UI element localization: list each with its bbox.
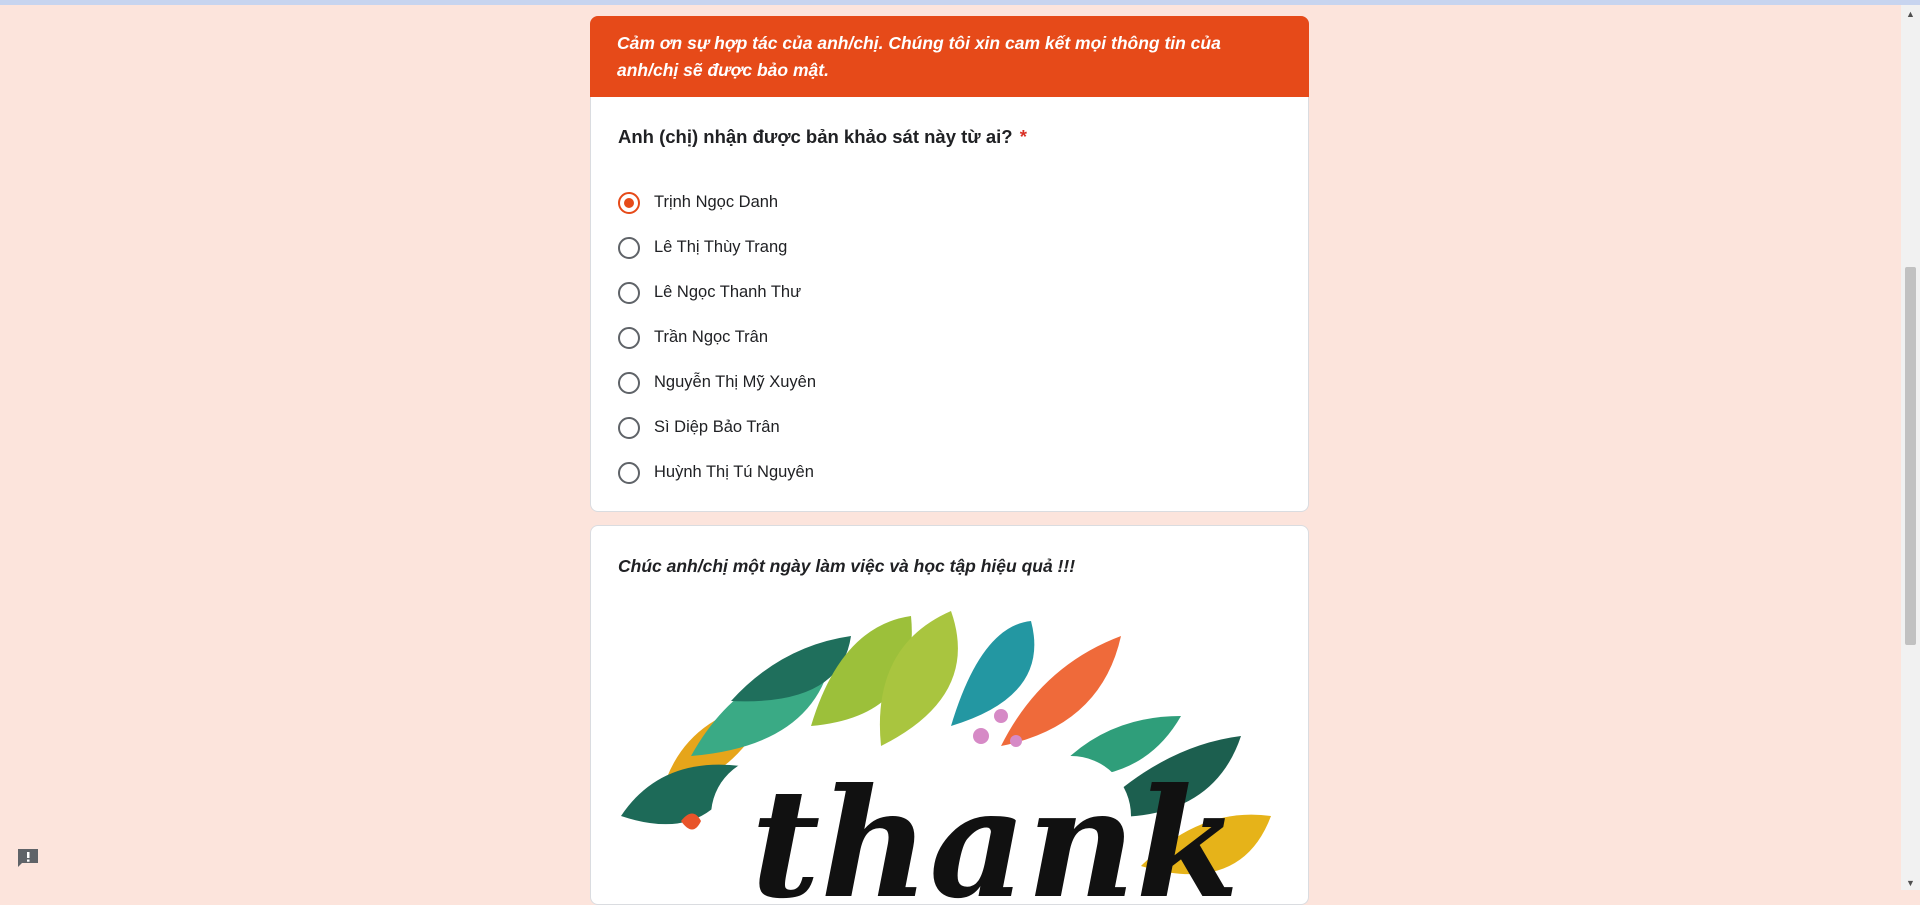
report-feedback-icon [18,849,38,867]
radio-option-tran-ngoc-tran[interactable]: Trần Ngọc Trân [618,315,816,360]
radio-button[interactable] [618,281,640,304]
form-description-banner: Cảm ơn sự hợp tác của anh/chị. Chúng tôi… [590,16,1309,97]
radio-option-label: Huỳnh Thị Tú Nguyên [654,463,814,481]
radio-button-selected[interactable] [618,191,640,214]
question-text: Anh (chị) nhận được bản khảo sát này từ … [618,126,1013,147]
closing-message: Chúc anh/chị một ngày làm việc và học tậ… [618,556,1076,576]
radio-option-huynh-thi-tu-nguyen[interactable]: Huỳnh Thị Tú Nguyên [618,450,816,495]
radio-option-label: Sì Diệp Bảo Trân [654,418,780,436]
thank-lettering: thank [751,756,1240,905]
question-card: Cảm ơn sự hợp tác của anh/chị. Chúng tôi… [590,16,1309,512]
radio-button[interactable] [618,416,640,439]
triangle-up-icon[interactable]: ▲ [1901,7,1920,21]
closing-card: Chúc anh/chị một ngày làm việc và học tậ… [590,525,1309,905]
radio-option-le-thi-thuy-trang[interactable]: Lê Thị Thùy Trang [618,225,816,270]
radio-button[interactable] [618,461,640,484]
report-feedback-button[interactable] [16,847,40,869]
radio-option-le-ngoc-thanh-thu[interactable]: Lê Ngọc Thanh Thư [618,270,816,315]
radio-button[interactable] [618,371,640,394]
radio-option-label: Nguyễn Thị Mỹ Xuyên [654,373,817,391]
scrollbar-thumb[interactable] [1905,267,1916,645]
radio-option-label: Lê Ngọc Thanh Thư [654,283,802,301]
radio-group: Trịnh Ngọc Danh Lê Thị Thùy Trang Lê Ngọ… [618,180,816,495]
banner-text: Cảm ơn sự hợp tác của anh/chị. Chúng tôi… [617,33,1221,80]
radio-option-trinh-ngoc-danh[interactable]: Trịnh Ngọc Danh [618,180,816,225]
radio-option-label: Lê Thị Thùy Trang [654,238,788,256]
radio-option-label: Trần Ngọc Trân [654,328,769,346]
question-title: Anh (chị) nhận được bản khảo sát này từ … [618,126,1027,148]
radio-option-nguyen-thi-my-xuyen[interactable]: Nguyễn Thị Mỹ Xuyên [618,360,816,405]
radio-button[interactable] [618,326,640,349]
radio-option-si-diep-bao-tran[interactable]: Sì Diệp Bảo Trân [618,405,816,450]
radio-option-label: Trịnh Ngọc Danh [654,193,779,211]
triangle-down-icon[interactable]: ▼ [1901,876,1920,890]
radio-button[interactable] [618,236,640,259]
thank-you-illustration: thank [621,611,1271,905]
vertical-scrollbar[interactable]: ▲ ▼ [1901,5,1920,890]
browser-top-edge [0,0,1920,5]
required-asterisk: * [1019,126,1027,147]
